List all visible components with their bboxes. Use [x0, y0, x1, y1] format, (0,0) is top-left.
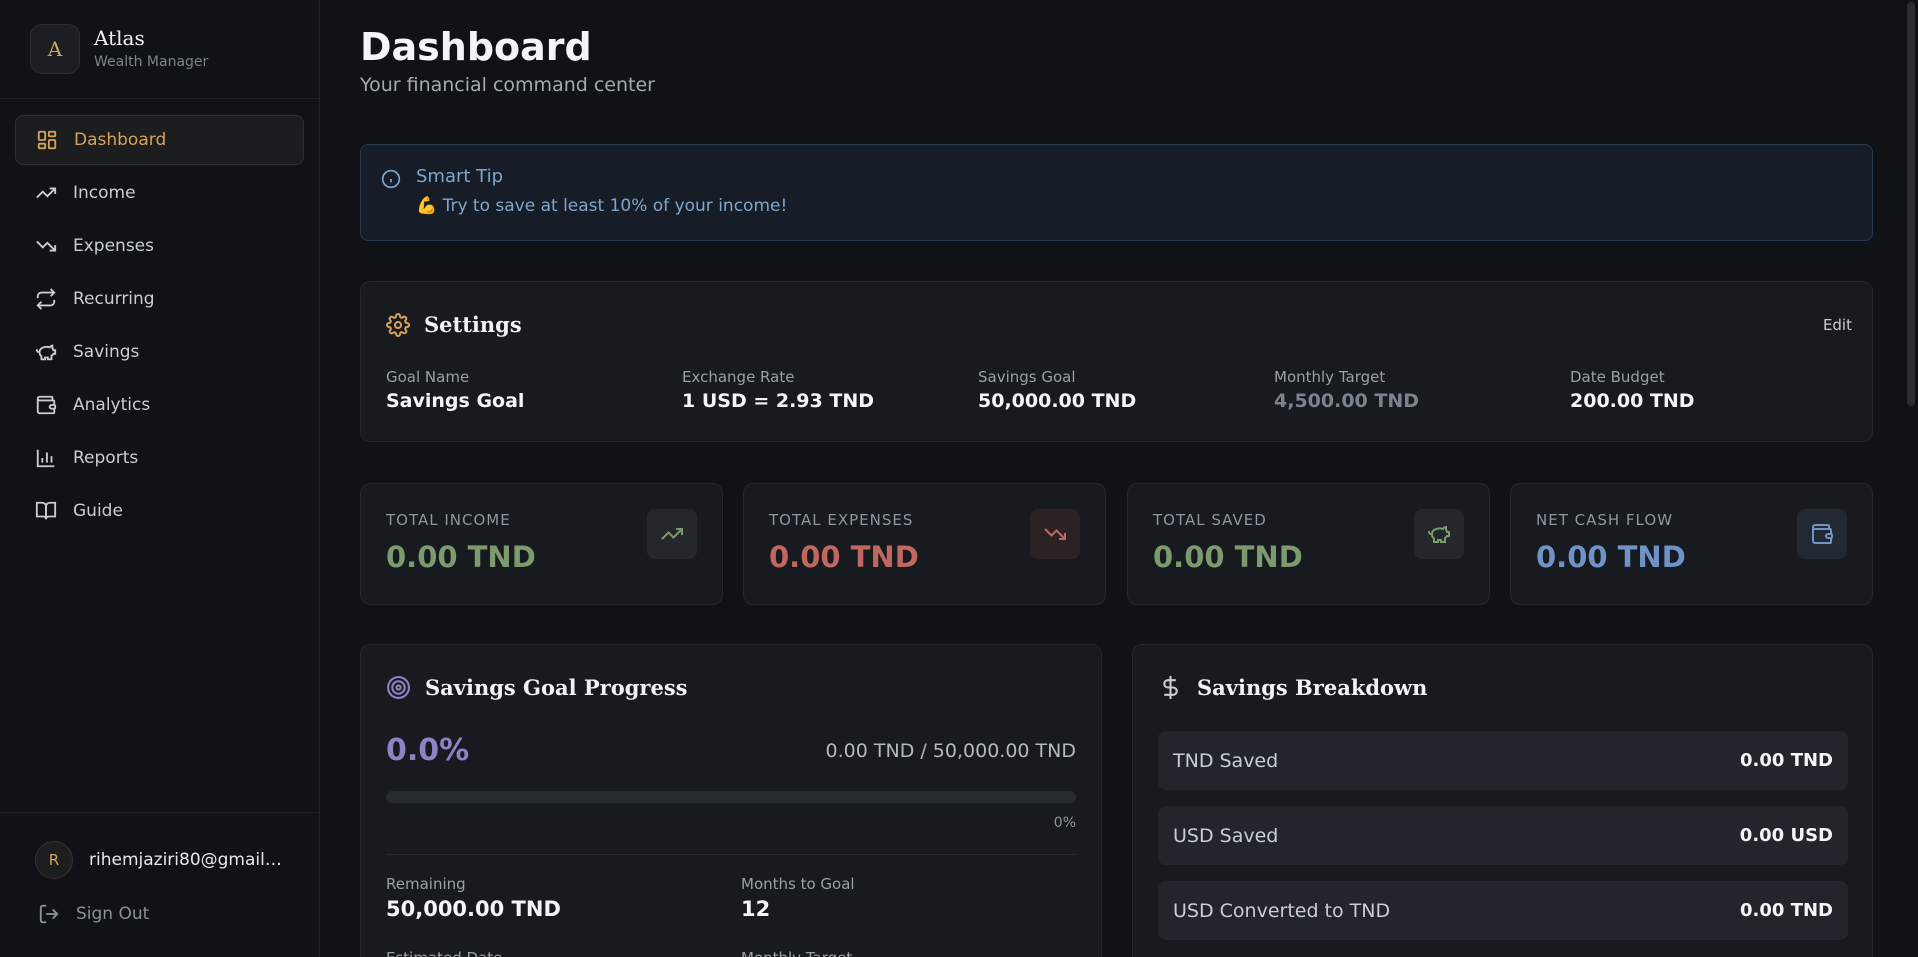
sidebar-item-income[interactable]: Income: [15, 168, 304, 218]
stat-total-saved: TOTAL SAVED 0.00 TND: [1127, 483, 1490, 605]
trending-up-icon: [661, 528, 683, 540]
goal-estimated-date-label: Estimated Date: [386, 949, 502, 957]
breakdown-row-tnd-saved: TND Saved 0.00 TND: [1158, 731, 1848, 790]
brand-logo: A: [30, 24, 80, 74]
scrollbar[interactable]: [1904, 0, 1918, 957]
dashboard-grid-icon: [37, 130, 57, 150]
sidebar-item-label: Dashboard: [74, 130, 167, 150]
repeat-icon: [36, 288, 56, 310]
book-icon: [35, 501, 57, 520]
goal-months: Months to Goal 12: [741, 875, 855, 921]
target-icon: [387, 676, 410, 699]
trending-up-icon: [36, 187, 57, 199]
stat-total-income: TOTAL INCOME 0.00 TND: [360, 483, 723, 605]
page-subtitle: Your financial command center: [360, 74, 655, 96]
goal-progress-label: 0%: [1053, 815, 1076, 831]
piggy-bank-icon: [1428, 525, 1450, 543]
breakdown-row-usd-saved: USD Saved 0.00 USD: [1158, 806, 1848, 865]
scrollbar-thumb[interactable]: [1907, 2, 1915, 406]
divider: [386, 854, 1076, 855]
sidebar-item-guide[interactable]: Guide: [15, 486, 304, 536]
info-icon: [381, 169, 401, 189]
avatar: R: [35, 841, 73, 879]
breakdown-row-usd-converted: USD Converted to TND 0.00 TND: [1158, 881, 1848, 940]
sidebar-item-label: Analytics: [73, 395, 151, 415]
gear-icon: [386, 312, 410, 337]
savings-goal-progress-card: Savings Goal Progress 0.0% 0.00 TND / 50…: [360, 644, 1102, 957]
page-title: Dashboard: [360, 25, 592, 69]
sidebar-item-dashboard[interactable]: Dashboard: [15, 115, 304, 165]
sidebar-item-label: Savings: [73, 342, 140, 362]
setting-monthly-target: Monthly Target 4,500.00 TND: [1274, 368, 1420, 412]
wallet-icon: [1812, 524, 1833, 544]
goal-monthly-target-label: Monthly Target: [741, 949, 852, 957]
goal-ratio: 0.00 TND / 50,000.00 TND: [825, 740, 1076, 762]
sidebar-item-label: Reports: [73, 448, 139, 468]
goal-title: Savings Goal Progress: [425, 675, 688, 700]
tip-text: 💪 Try to save at least 10% of your incom…: [416, 196, 788, 216]
user-email: rihemjaziri80@gmail.com: [89, 850, 285, 870]
trending-down-icon: [36, 240, 57, 252]
sidebar-item-label: Income: [73, 183, 136, 203]
setting-exchange-rate: Exchange Rate 1 USD = 2.93 TND: [682, 368, 874, 412]
smart-tip-banner: Smart Tip 💪 Try to save at least 10% of …: [360, 144, 1873, 241]
sign-out-button[interactable]: Sign Out: [0, 879, 319, 925]
brand-name: Atlas: [94, 26, 145, 50]
sidebar: A Atlas Wealth Manager Dashboard Income …: [0, 0, 320, 957]
wallet-icon: [36, 395, 57, 415]
brand-subtitle: Wealth Manager: [94, 54, 209, 70]
sidebar-item-label: Expenses: [73, 236, 154, 256]
edit-settings-button[interactable]: Edit: [1823, 316, 1852, 334]
breakdown-title: Savings Breakdown: [1197, 675, 1428, 700]
piggy-bank-icon: [35, 344, 57, 361]
sign-out-label: Sign Out: [76, 904, 150, 924]
setting-savings-goal: Savings Goal 50,000.00 TND: [978, 368, 1137, 412]
settings-card: Settings Edit Goal Name Savings Goal Exc…: [360, 281, 1873, 442]
trending-down-icon: [1044, 528, 1066, 540]
sidebar-item-analytics[interactable]: Analytics: [15, 380, 304, 430]
sidebar-item-savings[interactable]: Savings: [15, 327, 304, 377]
sidebar-item-recurring[interactable]: Recurring: [15, 274, 304, 324]
goal-remaining: Remaining 50,000.00 TND: [386, 875, 561, 921]
savings-breakdown-card: Savings Breakdown TND Saved 0.00 TND USD…: [1132, 644, 1873, 957]
sidebar-footer: R rihemjaziri80@gmail.com Sign Out: [0, 812, 319, 957]
main-content: Dashboard Your financial command center …: [360, 0, 1873, 957]
settings-title: Settings: [424, 312, 522, 337]
goal-progress-bar: [386, 791, 1076, 803]
sidebar-nav: Dashboard Income Expenses Recurring Savi…: [0, 99, 319, 536]
sidebar-item-reports[interactable]: Reports: [15, 433, 304, 483]
stat-total-expenses: TOTAL EXPENSES 0.00 TND: [743, 483, 1106, 605]
bar-chart-icon: [36, 449, 55, 468]
user-profile[interactable]: R rihemjaziri80@gmail.com: [0, 813, 319, 879]
stat-net-cash-flow: NET CASH FLOW 0.00 TND: [1510, 483, 1873, 605]
goal-percent: 0.0%: [386, 733, 470, 768]
log-out-icon: [39, 904, 59, 924]
dollar-icon: [1163, 676, 1178, 699]
brand: A Atlas Wealth Manager: [0, 0, 319, 99]
sidebar-item-label: Recurring: [73, 289, 155, 309]
tip-title: Smart Tip: [416, 166, 504, 187]
setting-date-budget: Date Budget 200.00 TND: [1570, 368, 1695, 412]
sidebar-item-label: Guide: [73, 501, 123, 521]
sidebar-item-expenses[interactable]: Expenses: [15, 221, 304, 271]
setting-goal-name: Goal Name Savings Goal: [386, 368, 525, 412]
